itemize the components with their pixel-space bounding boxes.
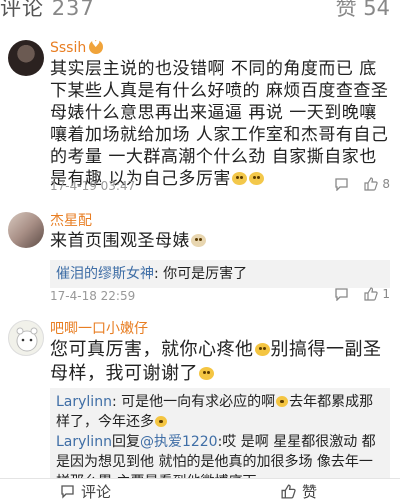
avatar[interactable] [8, 40, 44, 76]
bottom-action-bar: 评论 赞 [0, 478, 400, 500]
sweat-emoji-icon [199, 367, 214, 380]
comments-tab[interactable]: 评论 237 [0, 0, 95, 20]
comments-count: 237 [51, 0, 95, 20]
likes-count: 54 [363, 0, 390, 20]
comments-tab-label: 评论 [0, 0, 44, 20]
like-count: 8 [382, 177, 390, 191]
comment-actions: 8 [334, 177, 390, 191]
avatar[interactable] [8, 320, 44, 356]
cry-emoji-icon [276, 396, 289, 407]
reply-username[interactable]: 催泪的缪斯女神 [56, 266, 154, 282]
comment-text: 来首页围观圣母婊 [50, 230, 390, 252]
like-button[interactable]: 8 [363, 177, 390, 191]
reply-mention[interactable]: @执爱1220 [140, 434, 218, 450]
thumbs-up-icon [364, 177, 379, 191]
likes-tab[interactable]: 赞 54 [336, 0, 390, 20]
reply-text: : 你可是厉害了 [154, 266, 248, 282]
thumbs-up-icon [364, 287, 379, 301]
avatar[interactable] [8, 212, 44, 248]
like-count: 1 [382, 287, 390, 301]
reply-action-text: 回复 [111, 434, 140, 450]
comment-text: 您可真厉害，就你心疼他 别搞得一副圣母样，我可谢谢了 [50, 339, 382, 384]
reply-username[interactable]: Larylinn [56, 394, 112, 410]
comment-timestamp: 17-4-19 03:47 [50, 179, 136, 193]
reply-line: 催泪的缪斯女神: 你可是厉害了 [50, 260, 390, 288]
cartoon-avatar-icon [16, 327, 38, 352]
likes-tab-label: 赞 [335, 0, 357, 20]
comment-username[interactable]: 吧唧一口小嫩仔 [50, 318, 148, 338]
reply-icon[interactable] [334, 287, 349, 301]
reply-box[interactable]: 催泪的缪斯女神: 你可是厉害了 [50, 260, 390, 288]
comment-button[interactable]: 评论 [60, 481, 111, 500]
reply-line: Larylinn回复@执爱1220:哎 是啊 星星都很激动 都是因为想见到他 就… [50, 432, 390, 478]
comment-username[interactable]: 杰星配 [50, 210, 92, 230]
comment-meta: 17-4-19 03:47 8 [50, 177, 390, 195]
reply-username[interactable]: Larylinn [56, 434, 112, 450]
member-badge-icon [89, 39, 104, 54]
comment-icon [61, 485, 74, 499]
like-bottom-label: 赞 [302, 483, 318, 500]
comment-text: 其实层主说的也没错啊 不同的角度而已 底下某些人真是有什么好喷的 麻烦百度查查圣… [50, 59, 389, 189]
comment-actions: 1 [334, 287, 390, 301]
doge-emoji-icon [191, 234, 206, 247]
reply-box[interactable]: Larylinn: 可是他一向有求必应的啊 去年都累成那样了，今年还多 Laryl… [50, 388, 390, 478]
like-button[interactable]: 1 [363, 287, 390, 301]
reply-text: : 可是他一向有求必应的啊 [111, 394, 276, 410]
like-bottom-button[interactable]: 赞 [280, 481, 317, 500]
comment-timestamp: 17-4-18 22:59 [50, 289, 136, 303]
comment-username[interactable]: Sssih [50, 39, 104, 56]
top-bar: 评论 237 赞 54 [0, 0, 400, 20]
thumbs-up-icon [281, 484, 296, 499]
comment-meta: 17-4-18 22:59 1 [50, 287, 390, 305]
sweat-emoji-icon [254, 343, 270, 356]
reply-line: Larylinn: 可是他一向有求必应的啊 去年都累成那样了，今年还多 [50, 388, 390, 432]
comment-button-label: 评论 [81, 483, 112, 500]
reply-icon[interactable] [334, 177, 349, 191]
cry-emoji-icon [155, 416, 167, 427]
